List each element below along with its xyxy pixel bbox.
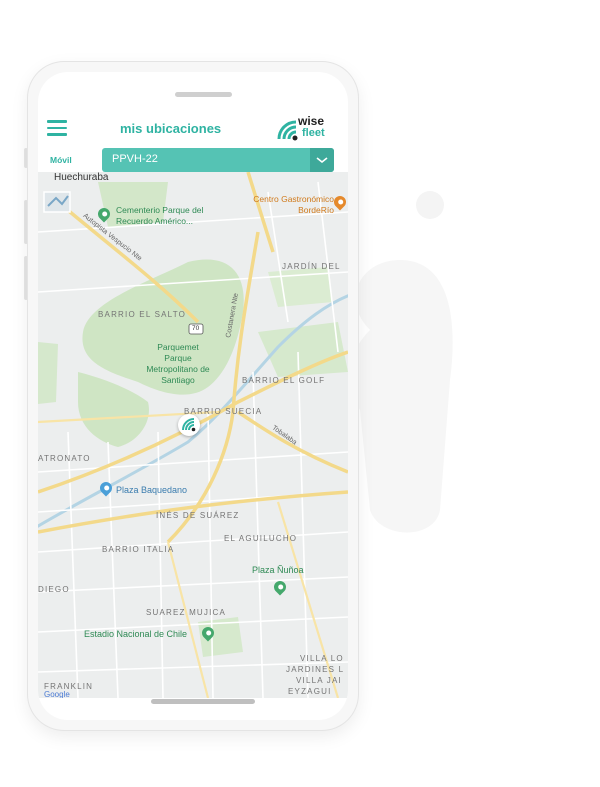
phone-speaker	[175, 92, 232, 97]
map-district-label: VILLA JAI	[296, 676, 342, 685]
map-district-label: BARRIO EL SALTO	[98, 310, 187, 319]
wisefleet-logo: wise fleet	[276, 115, 336, 143]
map-district-label: BARRIO ITALIA	[102, 545, 175, 554]
route-shield-label: 70	[192, 325, 200, 332]
map-view[interactable]: 70 Huechuraba Cementerio Parque del Recu…	[38, 172, 348, 698]
menu-icon[interactable]	[47, 120, 67, 136]
map-district-label: JARDÍN DEL	[282, 262, 341, 271]
page-title: mis ubicaciones	[120, 121, 222, 136]
map-poi-label: Cementerio Parque del Recuerdo Américo..…	[116, 205, 204, 226]
map-watermark: Google	[44, 690, 70, 698]
home-indicator[interactable]	[151, 699, 255, 704]
wifi-logo-icon	[277, 120, 298, 141]
map-district-label: DIEGO	[38, 585, 70, 594]
map-poi-label: Parquemet Parque Metropolitano de Santia…	[146, 342, 210, 385]
phone-frame: mis ubicaciones wise fleet Móvil PPVH-22	[28, 62, 358, 730]
vehicle-marker[interactable]	[178, 414, 200, 436]
map-poi-label: Plaza Baquedano	[116, 485, 188, 495]
map-poi-label: Plaza Ñuñoa	[252, 565, 304, 575]
map-district-label: SUAREZ MUJICA	[146, 608, 227, 617]
logo-text-bottom: fleet	[302, 127, 325, 139]
map-district-label: EYZAGUI	[288, 687, 332, 696]
map-district-label: VILLA LO	[300, 654, 344, 663]
map-district-label: JARDINES L	[286, 665, 345, 674]
map-poi-label: Estadio Nacional de Chile	[84, 629, 188, 639]
map-district-label: INÉS DE SUÁREZ	[156, 511, 240, 520]
vehicle-select[interactable]: PPVH-22	[102, 148, 334, 172]
phone-screen: mis ubicaciones wise fleet Móvil PPVH-22	[38, 72, 348, 720]
map-district-label: EL AGUILUCHO	[224, 534, 298, 543]
background-shape	[349, 191, 453, 533]
map-label: Huechuraba	[54, 172, 109, 183]
app-header: mis ubicaciones wise fleet	[38, 110, 348, 146]
vehicle-selector-row: Móvil PPVH-22	[38, 148, 348, 172]
map-district-label: ATRONATO	[38, 454, 91, 463]
chevron-down-icon	[316, 157, 328, 164]
wifi-vehicle-icon	[182, 418, 196, 432]
dropdown-button[interactable]	[310, 148, 334, 172]
vehicle-select-value: PPVH-22	[112, 153, 158, 165]
map-poi-label: Centro Gastronómico BordeRío	[253, 194, 334, 215]
map-district-label: BARRIO EL GOLF	[242, 376, 326, 385]
vehicle-label: Móvil	[50, 155, 72, 165]
